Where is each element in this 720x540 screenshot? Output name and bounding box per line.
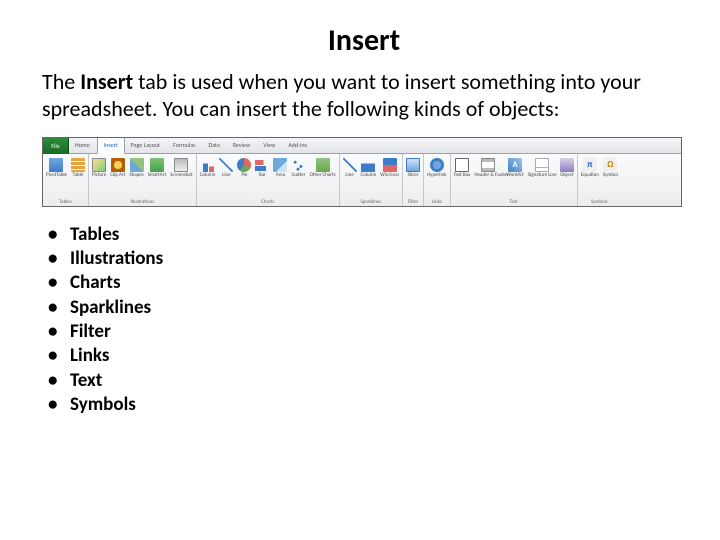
group-filter-label: Filter [405,198,421,205]
btn-screenshot[interactable]: Screenshot [169,156,194,178]
btn-chart-other[interactable]: Other Charts [309,156,337,178]
header-footer-icon [481,158,495,172]
intro-bold: Insert [80,68,133,95]
picture-icon [92,158,106,172]
pie-chart-icon [237,158,251,172]
group-sparklines-label: Sparklines [342,198,401,205]
btn-shapes[interactable]: Shapes [128,156,144,178]
btn-spark-column[interactable]: Column [360,156,378,178]
slicer-icon [406,158,420,172]
bar-chart-icon [255,158,269,172]
tab-formulas[interactable]: Formulas [167,138,202,153]
shapes-icon [130,158,144,172]
ribbon-screenshot: File Home Insert Page Layout Formulas Da… [42,137,682,207]
group-links-label: Links [426,198,447,205]
column-chart-icon [201,158,215,172]
list-item: Illustrations [48,247,686,271]
btn-wordart[interactable]: AWordArt [505,156,525,178]
list-item: Symbols [48,393,686,417]
tab-page-layout[interactable]: Page Layout [125,138,167,153]
btn-table[interactable]: Table [70,156,86,178]
group-charts-label: Charts [199,198,337,205]
btn-smartart[interactable]: SmartArt [147,156,167,178]
list-item: Charts [48,271,686,295]
area-chart-icon [273,158,287,172]
intro-paragraph: The Insert tab is used when you want to … [42,69,662,123]
list-item: Tables [48,223,686,247]
sparkline-line-icon [343,158,357,172]
smartart-icon [150,158,164,172]
clipart-icon [111,158,125,172]
list-item: Text [48,369,686,393]
sparkline-winloss-icon [383,158,397,172]
group-tables: PivotTable Table Tables [43,154,89,206]
tab-addins[interactable]: Add-Ins [282,138,314,153]
group-charts: Column Line Pie Bar Area Scatter Other C… [197,154,340,206]
btn-object[interactable]: Object [559,156,575,178]
group-tables-label: Tables [45,198,86,205]
btn-symbol[interactable]: ΩSymbol [602,156,619,178]
tab-view[interactable]: View [257,138,282,153]
btn-slicer[interactable]: Slicer [405,156,421,178]
btn-chart-pie[interactable]: Pie [236,156,252,178]
btn-spark-winloss[interactable]: Win/Loss [379,156,400,178]
group-sparklines: Line Column Win/Loss Sparklines [340,154,404,206]
tab-data[interactable]: Data [203,138,227,153]
line-chart-icon [219,158,233,172]
group-illustrations-label: Illustrations [91,198,194,205]
scatter-chart-icon [291,158,305,172]
equation-icon: π [583,158,597,172]
objects-list: Tables Illustrations Charts Sparklines F… [48,223,686,418]
hyperlink-icon [430,158,444,172]
btn-chart-scatter[interactable]: Scatter [290,156,306,178]
wordart-icon: A [508,158,522,172]
btn-clipart[interactable]: Clip Art [109,156,126,178]
table-icon [71,158,85,172]
other-charts-icon [316,158,330,172]
pivottable-icon [49,158,63,172]
group-symbols-label: Symbols [580,198,619,205]
btn-spark-line[interactable]: Line [342,156,358,178]
sparkline-column-icon [361,158,375,172]
intro-pre: The [42,68,80,95]
btn-header-footer[interactable]: Header & Footer [473,156,503,178]
textbox-icon [455,158,469,172]
signature-icon [535,158,549,172]
tab-file[interactable]: File [43,138,69,154]
btn-chart-bar[interactable]: Bar [254,156,270,178]
page-title: Insert [202,22,526,59]
btn-signature[interactable]: Signature Line [527,156,557,178]
screenshot-icon [174,158,188,172]
btn-equation[interactable]: πEquation [580,156,600,178]
list-item: Sparklines [48,296,686,320]
btn-hyperlink[interactable]: Hyperlink [426,156,447,178]
list-item: Links [48,344,686,368]
tab-home[interactable]: Home [69,138,97,153]
btn-picture[interactable]: Picture [91,156,107,178]
group-filter: Slicer Filter [403,154,424,206]
btn-chart-area[interactable]: Area [272,156,288,178]
list-item: Filter [48,320,686,344]
tab-insert[interactable]: Insert [97,138,125,154]
btn-chart-column[interactable]: Column [199,156,217,178]
group-links: Hyperlink Links [424,154,450,206]
tab-review[interactable]: Review [227,138,257,153]
btn-pivottable[interactable]: PivotTable [45,156,68,178]
group-symbols: πEquation ΩSymbol Symbols [578,154,621,206]
symbol-icon: Ω [603,158,617,172]
ribbon-tabs: File Home Insert Page Layout Formulas Da… [43,138,681,154]
object-icon [560,158,574,172]
btn-chart-line[interactable]: Line [218,156,234,178]
group-illustrations: Picture Clip Art Shapes SmartArt Screens… [89,154,197,206]
ribbon-body: PivotTable Table Tables Picture Clip Art… [43,154,681,206]
btn-textbox[interactable]: Text Box [453,156,472,178]
group-text-label: Text [453,198,575,205]
group-text: Text Box Header & Footer AWordArt Signat… [451,154,578,206]
